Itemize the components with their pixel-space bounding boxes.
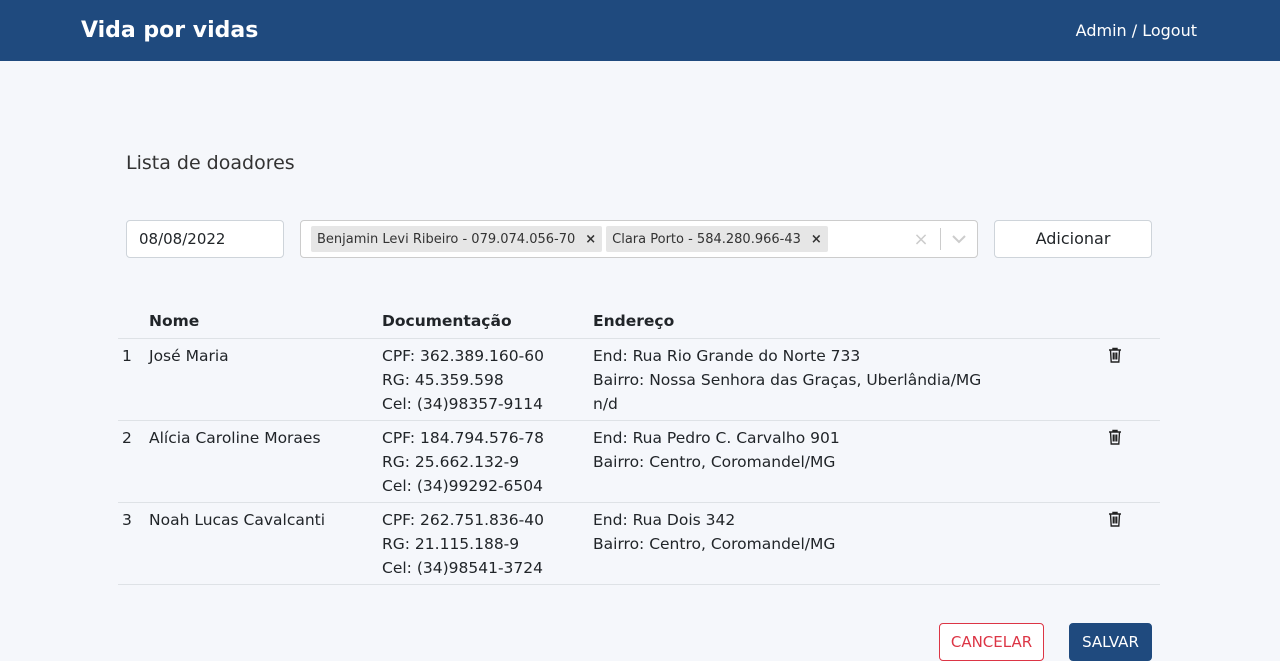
row-actions — [1108, 502, 1160, 585]
donor-chip: Benjamin Levi Ribeiro - 079.074.056-70 × — [311, 226, 603, 252]
donor-address: End: Rua Pedro C. Carvalho 901 Bairro: C… — [593, 420, 1108, 503]
donor-end: End: Rua Dois 342 — [593, 511, 736, 529]
row-index: 2 — [118, 420, 149, 503]
donor-address: End: Rua Rio Grande do Norte 733 Bairro:… — [593, 338, 1108, 421]
date-input[interactable]: 08/08/2022 — [126, 220, 284, 258]
auth-separator: / — [1126, 21, 1143, 40]
donor-bairro: Bairro: Nossa Senhora das Graças, Uberlâ… — [593, 371, 982, 389]
donor-chip-label: Benjamin Levi Ribeiro - 079.074.056-70 — [317, 231, 576, 247]
donor-bairro: Bairro: Centro, Coromandel/MG — [593, 453, 836, 471]
donor-cpf: CPF: 262.751.836-40 — [382, 511, 544, 529]
donor-chip: Clara Porto - 584.280.966-43 × — [606, 226, 828, 252]
navbar: Vida por vidas Admin / Logout — [0, 0, 1280, 61]
clear-icon[interactable]: × — [902, 229, 940, 250]
x-icon[interactable]: × — [809, 232, 824, 247]
donor-cpf: CPF: 362.389.160-60 — [382, 347, 544, 365]
donor-end: End: Rua Pedro C. Carvalho 901 — [593, 429, 840, 447]
row-index: 3 — [118, 502, 149, 585]
chevron-down-icon[interactable] — [941, 234, 977, 244]
donor-name: José Maria — [149, 338, 382, 421]
donor-extra: n/d — [593, 395, 618, 413]
table-row: 2 Alícia Caroline Moraes CPF: 184.794.57… — [118, 420, 1160, 503]
save-button[interactable]: SALVAR — [1069, 623, 1152, 661]
table-header-row: Nome Documentação Endereço — [118, 303, 1160, 339]
page-title: Lista de doadores — [126, 152, 295, 174]
donor-chip-label: Clara Porto - 584.280.966-43 — [612, 231, 801, 247]
donor-end: End: Rua Rio Grande do Norte 733 — [593, 347, 861, 365]
donor-multiselect[interactable]: Benjamin Levi Ribeiro - 079.074.056-70 ×… — [300, 220, 978, 258]
logout-link[interactable]: Logout — [1142, 21, 1197, 40]
auth-links: Admin / Logout — [1076, 21, 1197, 40]
index-header — [118, 303, 149, 339]
row-actions — [1108, 420, 1160, 503]
name-header: Nome — [149, 303, 382, 339]
cancel-button[interactable]: CANCELAR — [939, 623, 1044, 661]
donor-cpf: CPF: 184.794.576-78 — [382, 429, 544, 447]
actions-header — [1108, 303, 1160, 339]
selected-chips: Benjamin Levi Ribeiro - 079.074.056-70 ×… — [301, 226, 902, 252]
donors-table: Nome Documentação Endereço 1 José Maria … — [118, 303, 1160, 585]
donor-cel: Cel: (34)98541-3724 — [382, 559, 543, 577]
donor-name: Alícia Caroline Moraes — [149, 420, 382, 503]
x-icon[interactable]: × — [583, 232, 598, 247]
donor-docs: CPF: 184.794.576-78 RG: 25.662.132-9 Cel… — [382, 420, 593, 503]
donor-docs: CPF: 262.751.836-40 RG: 21.115.188-9 Cel… — [382, 502, 593, 585]
donor-name: Noah Lucas Cavalcanti — [149, 502, 382, 585]
brand-title[interactable]: Vida por vidas — [81, 18, 258, 43]
docs-header: Documentação — [382, 303, 593, 339]
trash-icon[interactable] — [1108, 428, 1122, 452]
donor-rg: RG: 45.359.598 — [382, 371, 504, 389]
trash-icon[interactable] — [1108, 510, 1122, 534]
donor-rg: RG: 25.662.132-9 — [382, 453, 520, 471]
donor-docs: CPF: 362.389.160-60 RG: 45.359.598 Cel: … — [382, 338, 593, 421]
donor-address: End: Rua Dois 342 Bairro: Centro, Coroma… — [593, 502, 1108, 585]
admin-link[interactable]: Admin — [1076, 21, 1127, 40]
donor-cel: Cel: (34)98357-9114 — [382, 395, 543, 413]
add-button[interactable]: Adicionar — [994, 220, 1152, 258]
table-row: 1 José Maria CPF: 362.389.160-60 RG: 45.… — [118, 338, 1160, 421]
trash-icon[interactable] — [1108, 346, 1122, 370]
donor-cel: Cel: (34)99292-6504 — [382, 477, 543, 495]
donor-bairro: Bairro: Centro, Coromandel/MG — [593, 535, 836, 553]
donor-rg: RG: 21.115.188-9 — [382, 535, 520, 553]
row-index: 1 — [118, 338, 149, 421]
table-row: 3 Noah Lucas Cavalcanti CPF: 262.751.836… — [118, 502, 1160, 585]
row-actions — [1108, 338, 1160, 421]
address-header: Endereço — [593, 303, 1108, 339]
